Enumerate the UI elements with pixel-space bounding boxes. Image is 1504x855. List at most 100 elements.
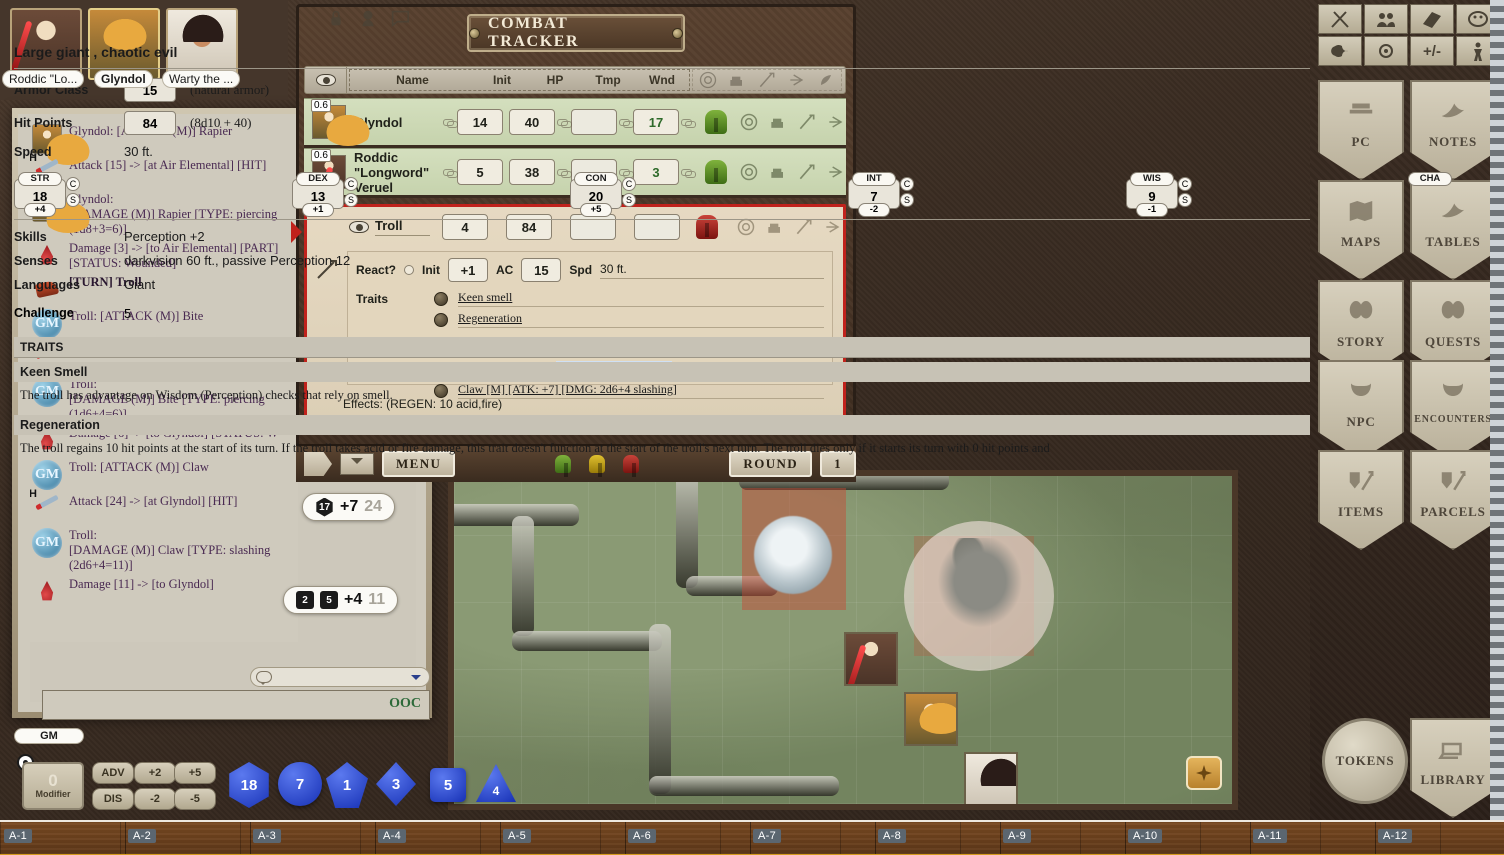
monster-icon[interactable] bbox=[357, 7, 379, 29]
trait-name: Keen Smell bbox=[14, 362, 1460, 382]
skills-row: Skills Perception +2 bbox=[14, 229, 1460, 244]
modifier-box[interactable]: 0 Modifier bbox=[22, 762, 84, 810]
taskbar-item-a4[interactable]: A-4 bbox=[378, 829, 406, 843]
skills-value[interactable]: Perception +2 bbox=[124, 229, 205, 244]
party-info-icon[interactable] bbox=[1364, 4, 1408, 34]
taskbar-item-a3[interactable]: A-3 bbox=[253, 829, 281, 843]
sidebar-item-library[interactable]: LIBRARY bbox=[1410, 718, 1496, 818]
taskbar-item-a5[interactable]: A-5 bbox=[503, 829, 531, 843]
portrait-name-2: Warty the ... bbox=[162, 70, 240, 88]
advantage-button[interactable]: ADV bbox=[92, 762, 134, 784]
challenge-label: Challenge bbox=[14, 306, 124, 320]
ability-wis: WIS 9 -1 C S bbox=[1126, 173, 1182, 209]
book-icon[interactable] bbox=[1410, 4, 1454, 34]
pc-shield-icon bbox=[1344, 96, 1378, 126]
ability-badges: C S bbox=[1178, 177, 1192, 209]
save-badge[interactable]: S bbox=[622, 193, 636, 207]
minus-5-button[interactable]: -5 bbox=[174, 788, 216, 810]
demon-skull-icon bbox=[1344, 376, 1378, 406]
sun-moon-icon[interactable] bbox=[1318, 36, 1362, 66]
sidebar-item-label: LIBRARY bbox=[1420, 772, 1485, 788]
chat-bubble-icon[interactable] bbox=[389, 7, 411, 29]
sidebar-item-label: ITEMS bbox=[1338, 504, 1384, 520]
sidebar-item-parcels[interactable]: PARCELS bbox=[1410, 450, 1496, 550]
save-badge[interactable]: S bbox=[900, 193, 914, 207]
languages-row: Languages Giant bbox=[14, 277, 1460, 292]
taskbar-item-a11[interactable]: A-11 bbox=[1253, 829, 1287, 843]
ability-badges: C S bbox=[900, 177, 914, 209]
save-badge[interactable]: S bbox=[344, 193, 358, 207]
hit-points-row: Hit Points 84 (8d10 + 40) bbox=[14, 111, 1460, 135]
senses-value[interactable]: darkvision 60 ft., passive Perception 12 bbox=[124, 253, 350, 268]
languages-label: Languages bbox=[14, 278, 124, 292]
sidebar-item-label: PC bbox=[1352, 134, 1371, 150]
challenge-value[interactable]: 5 bbox=[124, 306, 1379, 321]
hit-points-note: (8d10 + 40) bbox=[190, 115, 252, 131]
save-badge[interactable]: S bbox=[1178, 193, 1192, 207]
modifier-label: Modifier bbox=[36, 789, 71, 799]
taskbar-item-a10[interactable]: A-10 bbox=[1128, 829, 1162, 843]
sidebar-item-label: TOKENS bbox=[1336, 753, 1395, 769]
masks-icon bbox=[1436, 296, 1470, 326]
masks-icon bbox=[1344, 296, 1378, 326]
ability-name: CON bbox=[574, 172, 618, 186]
minus-2-button[interactable]: -2 bbox=[134, 788, 176, 810]
hit-points-label: Hit Points bbox=[14, 116, 124, 130]
lock-icon[interactable] bbox=[325, 7, 347, 29]
senses-row: Senses darkvision 60 ft., passive Percep… bbox=[14, 253, 1460, 268]
hit-points-value[interactable]: 84 bbox=[124, 111, 176, 135]
plus-2-button[interactable]: +2 bbox=[134, 762, 176, 784]
ability-name: DEX bbox=[296, 172, 340, 186]
ability-badges: C S bbox=[622, 177, 636, 209]
sidebar-item-label: TABLES bbox=[1425, 234, 1480, 250]
speed-value[interactable]: 30 ft. bbox=[124, 144, 153, 159]
disadvantage-button[interactable]: DIS bbox=[92, 788, 134, 810]
d6-die[interactable]: 5 bbox=[430, 768, 466, 802]
sidebar-item-items[interactable]: ITEMS bbox=[1318, 450, 1404, 550]
languages-value[interactable]: Giant bbox=[124, 277, 155, 292]
taskbar-item-a12[interactable]: A-12 bbox=[1378, 829, 1412, 843]
ability-name: WIS bbox=[1130, 172, 1174, 186]
sidebar-item-maps[interactable]: MAPS bbox=[1318, 180, 1404, 280]
taskbar-item-a1[interactable]: A-1 bbox=[4, 829, 32, 843]
save-badge[interactable]: S bbox=[66, 193, 80, 207]
taskbar-item-a6[interactable]: A-6 bbox=[628, 829, 656, 843]
shield-sword-icon bbox=[1436, 466, 1470, 496]
ability-modifier: +5 bbox=[580, 203, 612, 217]
check-badge[interactable]: C bbox=[900, 177, 914, 191]
ability-name: STR bbox=[18, 172, 62, 186]
sidebar-item-label: NOTES bbox=[1429, 134, 1477, 150]
speed-row: Speed 30 ft. bbox=[14, 144, 1460, 159]
shield-sword-icon bbox=[1344, 466, 1378, 496]
portrait-name-1: Glyndol bbox=[94, 70, 153, 88]
ability-badges: C S bbox=[344, 177, 358, 209]
check-badge[interactable]: C bbox=[1178, 177, 1192, 191]
taskbar-item-a8[interactable]: A-8 bbox=[878, 829, 906, 843]
taskbar-item-a7[interactable]: A-7 bbox=[753, 829, 781, 843]
sidebar-item-label: ENCOUNTERS bbox=[1414, 414, 1491, 425]
sidebar-item-encounters[interactable]: ENCOUNTERS bbox=[1410, 360, 1496, 460]
gm-identity-tag[interactable]: GM bbox=[14, 728, 84, 744]
check-badge[interactable]: C bbox=[66, 177, 80, 191]
trait-body: The troll regains 10 hit points at the s… bbox=[14, 435, 1460, 464]
sidebar-item-npc[interactable]: NPC bbox=[1318, 360, 1404, 460]
taskbar-item-a2[interactable]: A-2 bbox=[128, 829, 156, 843]
taskbar: A-1 A-2 A-3 A-4 A-5 A-6 A-7 A-8 A-9 A-10… bbox=[0, 820, 1504, 855]
plus-5-button[interactable]: +5 bbox=[174, 762, 216, 784]
crossed-swords-icon[interactable] bbox=[1318, 4, 1362, 34]
sidebar-item-tokens[interactable]: TOKENS bbox=[1322, 718, 1408, 804]
sidebar-item-tables[interactable]: TABLES bbox=[1410, 180, 1496, 280]
sidebar-item-pc[interactable]: PC bbox=[1318, 80, 1404, 180]
check-badge[interactable]: C bbox=[622, 177, 636, 191]
creature-type: Large giant , chaotic evil bbox=[14, 44, 1460, 69]
ability-name: INT bbox=[852, 172, 896, 186]
notes-icon bbox=[1436, 96, 1470, 126]
d12-die[interactable]: 7 bbox=[278, 762, 322, 806]
taskbar-item-a9[interactable]: A-9 bbox=[1003, 829, 1031, 843]
gear-icon[interactable] bbox=[1364, 36, 1408, 66]
sidebar-item-label: PARCELS bbox=[1420, 504, 1485, 520]
sidebar-item-notes[interactable]: NOTES bbox=[1410, 80, 1496, 180]
check-badge[interactable]: C bbox=[344, 177, 358, 191]
right-sidebar: +/- PC NOTES MAPS TABLES STORY QUESTS bbox=[1310, 0, 1504, 820]
plus-minus-icon[interactable]: +/- bbox=[1410, 36, 1454, 66]
